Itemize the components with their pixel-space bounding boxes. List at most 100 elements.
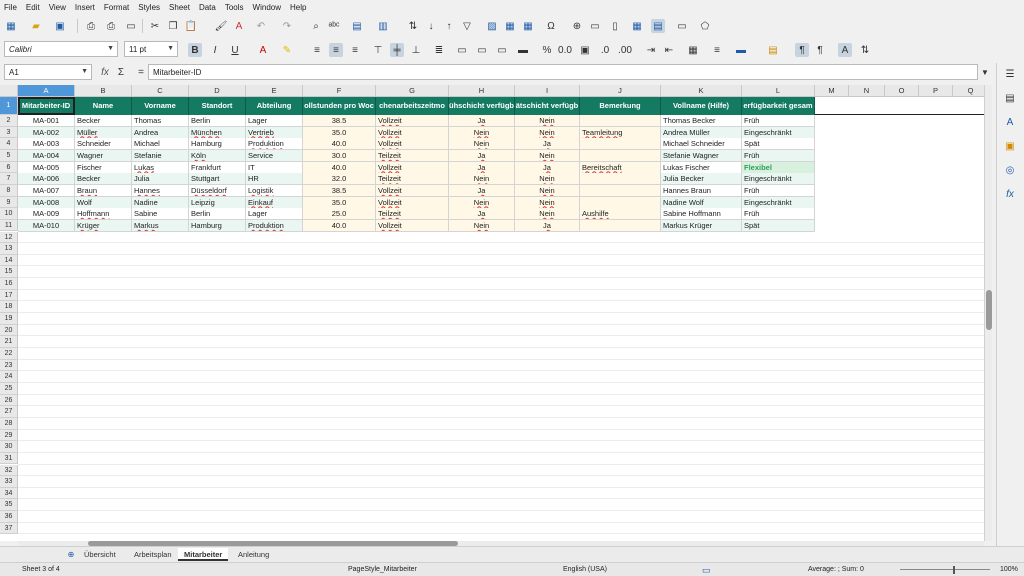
row-header[interactable]: 16 [0, 278, 18, 290]
column-header[interactable]: H [449, 85, 515, 97]
undo-icon[interactable]: ↶ [254, 19, 268, 33]
align-top-icon[interactable]: ⊤ [371, 43, 385, 57]
table-cell[interactable]: Vertrieb [246, 126, 303, 139]
right-to-left-icon[interactable]: ¶ [813, 43, 827, 57]
clone-formatting-icon[interactable]: 🖌 [214, 19, 228, 33]
export-pdf-icon[interactable]: ⎙ [84, 19, 98, 33]
spelling-icon[interactable]: ᵃᵇᶜ [327, 19, 341, 33]
table-cell[interactable]: MA-006 [18, 173, 75, 186]
table-cell[interactable]: Nein [515, 126, 580, 139]
table-cell[interactable]: HR [246, 173, 303, 186]
table-cell[interactable]: Sabine Hoffmann [661, 208, 742, 221]
table-cell[interactable] [580, 196, 661, 209]
split-window-icon[interactable]: ▭ [675, 19, 689, 33]
redo-icon[interactable]: ↷ [280, 19, 294, 33]
row-header[interactable]: 7 [0, 173, 18, 185]
special-character-icon[interactable]: Ω [544, 19, 558, 33]
table-cell[interactable]: Becker [75, 173, 132, 186]
sort-descending-icon[interactable]: ↑ [442, 19, 456, 33]
column-header[interactable]: C [132, 85, 189, 97]
table-cell[interactable]: 38.5 [303, 115, 376, 127]
table-cell[interactable]: Sabine [132, 208, 189, 221]
table-cell[interactable]: Nein [449, 173, 515, 186]
highlight-color-icon[interactable]: ✎ [280, 43, 294, 57]
sheet-tab[interactable]: Anleitung [232, 548, 275, 561]
table-cell[interactable]: Düsseldorf [189, 184, 246, 197]
row-header[interactable]: 30 [0, 441, 18, 453]
show-draw-functions-icon[interactable]: ⬠ [698, 19, 712, 33]
table-cell[interactable]: Hannes Braun [661, 184, 742, 197]
table-header-cell[interactable]: Vorname [132, 97, 189, 115]
table-cell[interactable]: Becker [75, 115, 132, 127]
merge-center-icon[interactable]: ▭ [475, 43, 489, 57]
wrap-text-icon[interactable]: ≣ [432, 43, 446, 57]
table-cell[interactable]: Logistik [246, 184, 303, 197]
table-cell[interactable]: Flexibel [742, 161, 815, 174]
menu-item-format[interactable]: Format [104, 3, 129, 12]
table-cell[interactable]: Nein [515, 184, 580, 197]
function-wizard-icon[interactable]: fx [98, 65, 112, 79]
table-cell[interactable]: IT [246, 161, 303, 174]
table-cell[interactable]: Fischer [75, 161, 132, 174]
clear-formatting-icon[interactable]: A [232, 19, 246, 33]
table-cell[interactable]: Ja [449, 161, 515, 174]
navigator-icon[interactable]: ◎ [1003, 163, 1017, 177]
menu-item-edit[interactable]: Edit [26, 3, 40, 12]
insert-chart-icon[interactable]: ▦ [503, 19, 517, 33]
table-cell[interactable]: Julia [132, 173, 189, 186]
copy-icon[interactable]: ❐ [166, 19, 180, 33]
sort-icon[interactable]: ⇅ [406, 19, 420, 33]
bold-icon[interactable]: B [188, 43, 202, 57]
table-cell[interactable]: Lager [246, 208, 303, 221]
table-cell[interactable]: Nein [515, 149, 580, 162]
table-cell[interactable]: Müller [75, 126, 132, 139]
currency-format-icon[interactable]: ▬ [516, 43, 530, 57]
table-cell[interactable]: Früh [742, 184, 815, 197]
column-icon[interactable]: ▥ [376, 19, 390, 33]
row-header[interactable]: 15 [0, 266, 18, 279]
table-cell[interactable]: Hamburg [189, 219, 246, 232]
table-cell[interactable]: Spät [742, 219, 815, 232]
table-cell[interactable] [580, 173, 661, 186]
table-cell[interactable]: 35.0 [303, 126, 376, 139]
table-cell[interactable]: Krüger [75, 219, 132, 232]
table-cell[interactable]: Köln [189, 149, 246, 162]
column-header[interactable]: K [661, 85, 742, 97]
table-cell[interactable]: Hannes [132, 184, 189, 197]
define-print-area-icon[interactable]: ▦ [630, 19, 644, 33]
table-cell[interactable]: Stefanie [132, 149, 189, 162]
increase-indent-icon[interactable]: ⇥ [644, 43, 658, 57]
formula-icon[interactable]: = [134, 65, 148, 79]
align-center-icon[interactable]: ≡ [329, 43, 343, 57]
table-cell[interactable]: Lukas Fischer [661, 161, 742, 174]
gallery-icon[interactable]: ▣ [1003, 139, 1017, 153]
table-cell[interactable]: 38.5 [303, 184, 376, 197]
italic-icon[interactable]: I [208, 43, 222, 57]
sheet-tab[interactable]: Mitarbeiter [178, 548, 229, 561]
delete-decimal-icon[interactable]: .00 [618, 43, 632, 57]
align-middle-icon[interactable]: ╪ [390, 43, 404, 57]
formula-input[interactable]: Mitarbeiter-ID [148, 64, 978, 80]
row-header[interactable]: 14 [0, 254, 18, 267]
autofilter-icon[interactable]: ▽ [460, 19, 474, 33]
table-header-cell[interactable]: erfügbarkeit gesam [742, 97, 815, 115]
table-cell[interactable]: Früh [742, 149, 815, 162]
sum-icon[interactable]: Σ [114, 65, 128, 79]
table-cell[interactable]: Ja [449, 115, 515, 127]
zoom-slider-handle[interactable] [953, 566, 955, 574]
comment-icon[interactable]: ▭ [588, 19, 602, 33]
open-folder-icon[interactable]: ▰ [29, 19, 43, 33]
border-style-icon[interactable]: ≡ [710, 43, 724, 57]
table-cell[interactable]: Vollzeit [376, 219, 449, 232]
table-cell[interactable]: Markus Krüger [661, 219, 742, 232]
row-header[interactable]: 19 [0, 313, 18, 325]
freeze-rows-columns-icon[interactable]: ▤ [651, 19, 665, 33]
table-cell[interactable]: Julia Becker [661, 173, 742, 186]
left-to-right-icon[interactable]: ¶ [795, 43, 809, 57]
column-header[interactable]: N [849, 85, 885, 97]
find-replace-icon[interactable]: ⌕ [309, 19, 323, 33]
row-header[interactable]: 35 [0, 499, 18, 512]
row-header[interactable]: 5 [0, 149, 18, 162]
table-cell[interactable]: Nein [515, 115, 580, 127]
add-sheet-icon[interactable]: ⊕ [64, 547, 78, 561]
